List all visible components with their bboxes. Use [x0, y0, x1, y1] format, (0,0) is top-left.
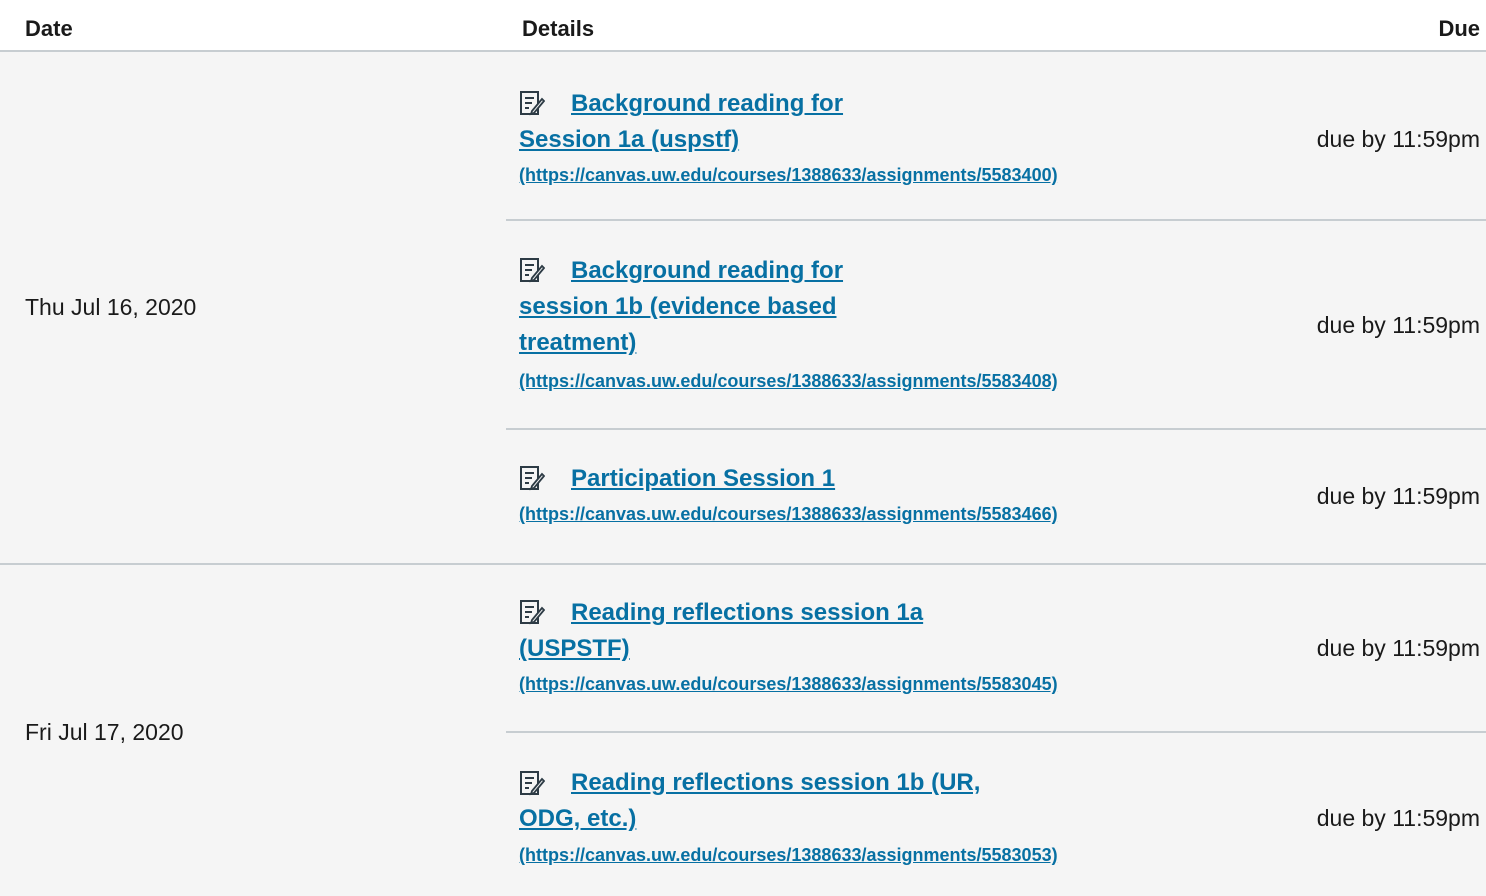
assignment-url-link[interactable]: (https://canvas.uw.edu/courses/1388633/a… — [519, 674, 1058, 695]
assignment-row: Reading reflections session 1b (UR, ODG,… — [506, 733, 1486, 896]
date-cell: Thu Jul 16, 2020 — [25, 294, 197, 320]
assignment-title-link[interactable]: Reading reflections session 1b (UR, ODG,… — [519, 765, 999, 837]
column-header-details: Details — [522, 16, 595, 41]
assignment-url-link[interactable]: (https://canvas.uw.edu/courses/1388633/a… — [519, 165, 1058, 186]
assignment-title-link[interactable]: Background reading for session 1b (evide… — [519, 253, 899, 361]
assignment-url-link[interactable]: (https://canvas.uw.edu/courses/1388633/a… — [519, 504, 1058, 525]
column-header-date: Date — [25, 16, 73, 41]
due-time: due by 11:59pm — [1316, 312, 1480, 338]
assignment-url-link[interactable]: (https://canvas.uw.edu/courses/1388633/a… — [519, 371, 1058, 392]
date-group-jul-16: Thu Jul 16, 2020 Background reading for … — [0, 52, 1486, 565]
assignment-row: Reading reflections session 1a (USPSTF) … — [506, 565, 1486, 733]
due-time: due by 11:59pm — [1316, 483, 1480, 509]
due-time: due by 11:59pm — [1316, 635, 1480, 661]
assignment-row: Background reading for session 1b (evide… — [506, 221, 1486, 430]
assignment-title-link[interactable]: Reading reflections session 1a (USPSTF) — [519, 595, 999, 667]
column-header-due: Due — [1438, 16, 1480, 41]
date-group-jul-17: Fri Jul 17, 2020 Reading reflections ses… — [0, 565, 1486, 896]
assignment-url-link[interactable]: (https://canvas.uw.edu/courses/1388633/a… — [519, 845, 1058, 866]
due-time: due by 11:59pm — [1316, 805, 1480, 831]
date-cell: Fri Jul 17, 2020 — [25, 719, 184, 745]
assignment-title-link[interactable]: Background reading for Session 1a (uspst… — [519, 86, 899, 158]
due-time: due by 11:59pm — [1316, 126, 1480, 152]
assignment-row: Background reading for Session 1a (uspst… — [506, 52, 1486, 221]
table-header: Date Details Due — [0, 0, 1486, 52]
assignment-row: Participation Session 1 (https://canvas.… — [506, 430, 1486, 563]
assignment-title-link[interactable]: Participation Session 1 — [519, 461, 999, 497]
